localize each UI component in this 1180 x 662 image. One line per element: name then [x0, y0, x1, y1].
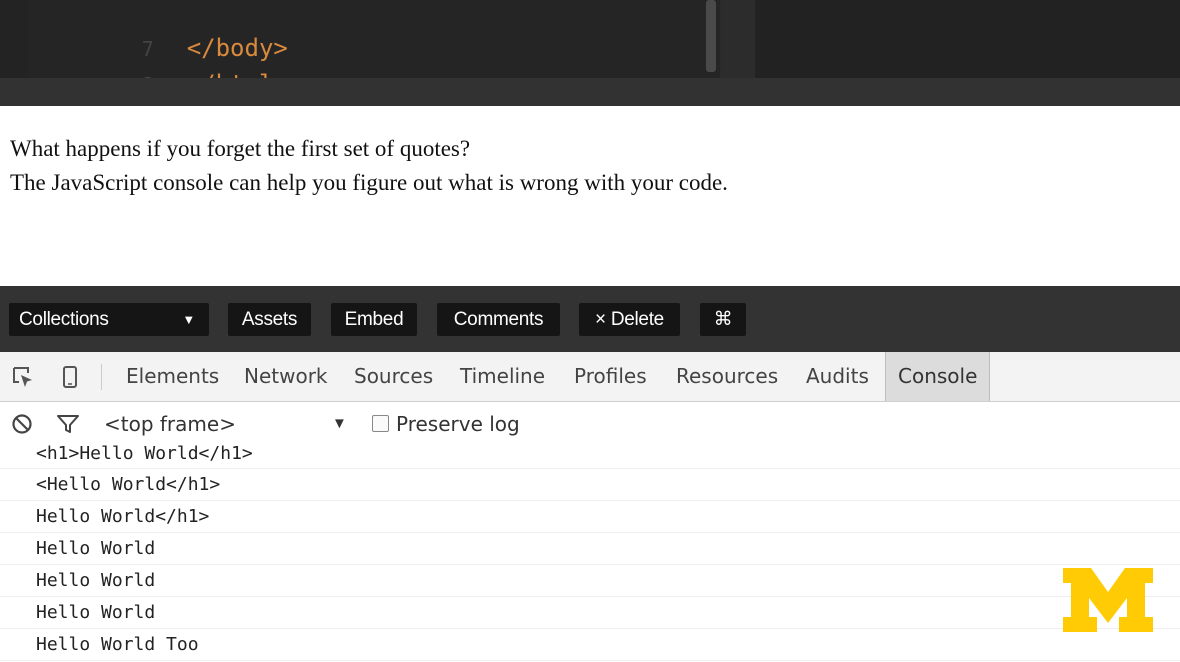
preserve-log-checkbox[interactable] — [372, 415, 389, 432]
tab-sources[interactable]: Sources — [354, 352, 433, 401]
collections-label: Collections — [19, 309, 109, 330]
console-message: <h1>Hello World</h1> — [0, 439, 1180, 469]
keyboard-shortcuts-button[interactable]: ⌘ — [700, 303, 746, 336]
tab-network[interactable]: Network — [244, 352, 328, 401]
console-message: Hello World — [0, 597, 1180, 629]
page-text-line: What happens if you forget the first set… — [10, 136, 471, 161]
console-output[interactable]: <h1>Hello World</h1> <Hello World</h1> H… — [0, 439, 1180, 662]
console-message: Hello World</h1> — [0, 501, 1180, 533]
delete-button[interactable]: × Delete — [579, 303, 680, 336]
device-mode-icon[interactable] — [58, 365, 82, 389]
editor-gutter — [0, 0, 28, 78]
editor-status-bar — [0, 78, 1180, 106]
devtools-tab-bar: Elements Network Sources Timeline Profil… — [0, 352, 1180, 402]
page-text-line: The JavaScript console can help you figu… — [10, 170, 728, 195]
tab-timeline[interactable]: Timeline — [460, 352, 545, 401]
editor-scrollbar[interactable] — [706, 0, 716, 72]
clear-console-icon[interactable] — [11, 413, 33, 435]
tab-resources[interactable]: Resources — [676, 352, 778, 401]
collections-dropdown[interactable]: Collections ▼ — [9, 303, 209, 336]
console-message: <Hello World</h1> — [0, 469, 1180, 501]
toolbar-divider — [101, 364, 102, 390]
editor-toolbar: Collections ▼ Assets Embed Comments × De… — [0, 286, 1180, 352]
tab-console[interactable]: Console — [885, 352, 990, 401]
embed-button[interactable]: Embed — [331, 303, 417, 336]
tab-profiles[interactable]: Profiles — [574, 352, 647, 401]
console-message: Hello World — [0, 533, 1180, 565]
editor-pane[interactable]: 7</body> 8</html> — [0, 0, 720, 98]
filter-icon[interactable] — [56, 413, 80, 435]
editor-divider[interactable] — [722, 0, 755, 78]
comments-button[interactable]: Comments — [437, 303, 560, 336]
assets-button[interactable]: Assets — [228, 303, 311, 336]
preview-pane — [755, 0, 1180, 78]
block-m-logo — [1063, 568, 1153, 632]
tab-elements[interactable]: Elements — [126, 352, 219, 401]
chevron-down-icon: ▼ — [182, 312, 195, 327]
code-line: 8</html> — [55, 30, 288, 98]
console-message: Hello World — [0, 565, 1180, 597]
console-message: Hello World Too — [0, 629, 1180, 661]
code-line: 7 </body> — [55, 0, 288, 62]
tab-audits[interactable]: Audits — [806, 352, 869, 401]
code-editor: 7</body> 8</html> — [0, 0, 1180, 106]
rendered-page: What happens if you forget the first set… — [0, 106, 1180, 286]
inspect-element-icon[interactable] — [11, 365, 35, 389]
